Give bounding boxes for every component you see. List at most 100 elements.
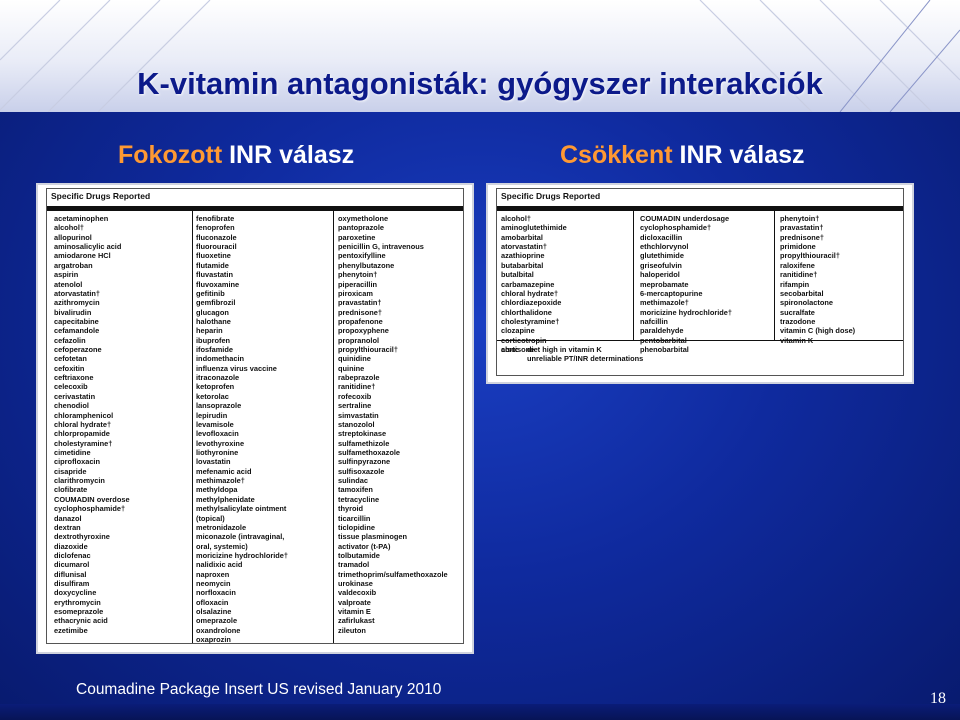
drug-item: oxandrolone xyxy=(196,625,241,635)
drug-item: fluvoxamine xyxy=(196,279,240,289)
slide-title: K-vitamin antagonisták: gyógyszer intera… xyxy=(137,66,823,101)
drug-item: lovastatin xyxy=(196,457,231,467)
drug-item: chlorpropamide xyxy=(54,429,110,439)
drug-item: cefazolin xyxy=(54,335,86,345)
drug-item: miconazole (intravaginal, xyxy=(196,532,285,542)
drug-item: primidone xyxy=(780,242,816,252)
heading-rule xyxy=(47,206,463,211)
drug-item: clofibrate xyxy=(54,485,88,495)
drug-item: ciprofloxacin xyxy=(54,457,100,467)
drug-item: diet high in vitamin K xyxy=(527,345,602,354)
drug-item: amobarbital xyxy=(501,232,543,242)
drug-item: levofloxacin xyxy=(196,429,239,439)
drug-item: sulindac xyxy=(338,476,368,486)
drug-item: chlordiazepoxide xyxy=(501,298,562,308)
drug-item: cefoperazone xyxy=(54,345,102,355)
drug-item: phenobarbital xyxy=(640,345,689,355)
drug-item: butabarbital xyxy=(501,260,544,270)
drug-item: dextrothyroxine xyxy=(54,532,110,542)
drug-item: ranitidine† xyxy=(780,270,818,280)
drug-item: pravastatin† xyxy=(780,223,824,233)
drug-item: itraconazole xyxy=(196,373,240,383)
decreased-inr-header: Csökkent INR válasz xyxy=(560,141,805,170)
drug-item: fluvastatin xyxy=(196,270,233,280)
also-items: diet high in vitamin Kunreliable PT/INR … xyxy=(527,345,643,364)
drug-item: tolbutamide xyxy=(338,550,380,560)
drug-item: zileuton xyxy=(338,625,366,635)
drug-item: ifosfamide xyxy=(196,345,233,355)
drug-item: ethacrynic acid xyxy=(54,616,108,626)
drug-item: fluoxetine xyxy=(196,251,231,261)
also-rule xyxy=(497,340,903,341)
drug-item: aspirin xyxy=(54,270,79,280)
drug-item: unreliable PT/INR determinations xyxy=(527,354,644,364)
drug-item: cerivastatin xyxy=(54,391,96,401)
page-number: 18 xyxy=(930,690,946,707)
drug-item: amiodarone HCl xyxy=(54,251,111,261)
drug-item: thyroid xyxy=(338,504,364,514)
drug-item: levothyroxine xyxy=(196,438,245,448)
drug-item: cefotetan xyxy=(54,354,87,364)
drug-item: ceftriaxone xyxy=(54,373,94,383)
drug-item: erythromycin xyxy=(54,597,101,607)
drug-item: celecoxib xyxy=(54,382,88,392)
drug-item: capecitabine xyxy=(54,316,99,326)
drug-item: gemfibrozil xyxy=(196,298,236,308)
drug-item: dicumarol xyxy=(54,560,90,570)
drug-item: metronidazole xyxy=(196,522,247,532)
also-label: also: xyxy=(501,345,519,354)
decreased-inr-drug-table: Specific Drugs Reported alcohol† aminoglu… xyxy=(486,183,914,384)
drug-item: stanozolol xyxy=(338,419,375,429)
drug-item: chenodiol xyxy=(54,401,89,411)
drug-item: atorvastatin† xyxy=(501,242,548,252)
drug-item: neomycin xyxy=(196,579,231,589)
increased-label: Fokozott xyxy=(118,141,223,169)
drug-item: fluconazole xyxy=(196,232,237,242)
drug-item: methimazole† xyxy=(640,298,689,308)
drug-item: olsalazine xyxy=(196,607,232,617)
column-divider xyxy=(774,211,775,340)
drug-item: alcohol† xyxy=(54,223,84,233)
drug-item: aminoglutethimide xyxy=(501,223,567,233)
drug-item: gefitinib xyxy=(196,288,225,298)
drug-item: influenza virus vaccine xyxy=(196,363,277,373)
inr-response-label: INR válasz xyxy=(229,141,355,169)
drug-item: moricizine hydrochloride† xyxy=(640,307,732,317)
drug-item: atenolol xyxy=(54,279,83,289)
drug-item: cefamandole xyxy=(54,326,100,336)
drug-item: cimetidine xyxy=(54,447,91,457)
drug-item: clozapine xyxy=(501,326,535,336)
drug-item: urokinase xyxy=(338,579,373,589)
drug-item: piperacillin xyxy=(338,279,378,289)
drug-item: tissue plasminogen xyxy=(338,532,407,542)
drug-item: rabeprazole xyxy=(338,373,380,383)
drug-item: moricizine hydrochloride† xyxy=(196,550,288,560)
drug-item: dicloxacillin xyxy=(640,232,683,242)
drug-item: danazol xyxy=(54,513,82,523)
drug-item: ethchlorvynol xyxy=(640,242,689,252)
drug-item: ketoprofen xyxy=(196,382,235,392)
drug-item: rifampin xyxy=(780,279,810,289)
drug-item: zafirlukast xyxy=(338,616,375,626)
increased-inr-header: Fokozott INR válasz xyxy=(118,141,354,170)
drug-item: propylthiouracil† xyxy=(338,345,398,355)
drug-column-3: oxymetholone pantoprazole paroxetine penici… xyxy=(338,214,448,635)
drug-item: fenoprofen xyxy=(196,223,235,233)
drug-item: propafenone xyxy=(338,316,383,326)
drug-item: dextran xyxy=(54,522,81,532)
drug-item: indomethacin xyxy=(196,354,245,364)
drug-item: nalidixic acid xyxy=(196,560,243,570)
drug-item: doxycycline xyxy=(54,588,97,598)
drug-item: secobarbital xyxy=(780,288,824,298)
drug-item: sulfamethoxazole xyxy=(338,447,401,457)
drug-item: activator (t-PA) xyxy=(338,541,391,551)
drug-item: disulfiram xyxy=(54,579,90,589)
drug-item: ezetimibe xyxy=(54,625,88,635)
drug-item: tamoxifen xyxy=(338,485,373,495)
drug-item: sulfamethizole xyxy=(338,438,390,448)
drug-item: liothyronine xyxy=(196,447,239,457)
drug-item: propoxyphene xyxy=(338,326,389,336)
drug-item: vitamin C (high dose) xyxy=(780,326,856,336)
table-heading: Specific Drugs Reported xyxy=(51,191,151,201)
drug-item: butalbital xyxy=(501,270,534,280)
